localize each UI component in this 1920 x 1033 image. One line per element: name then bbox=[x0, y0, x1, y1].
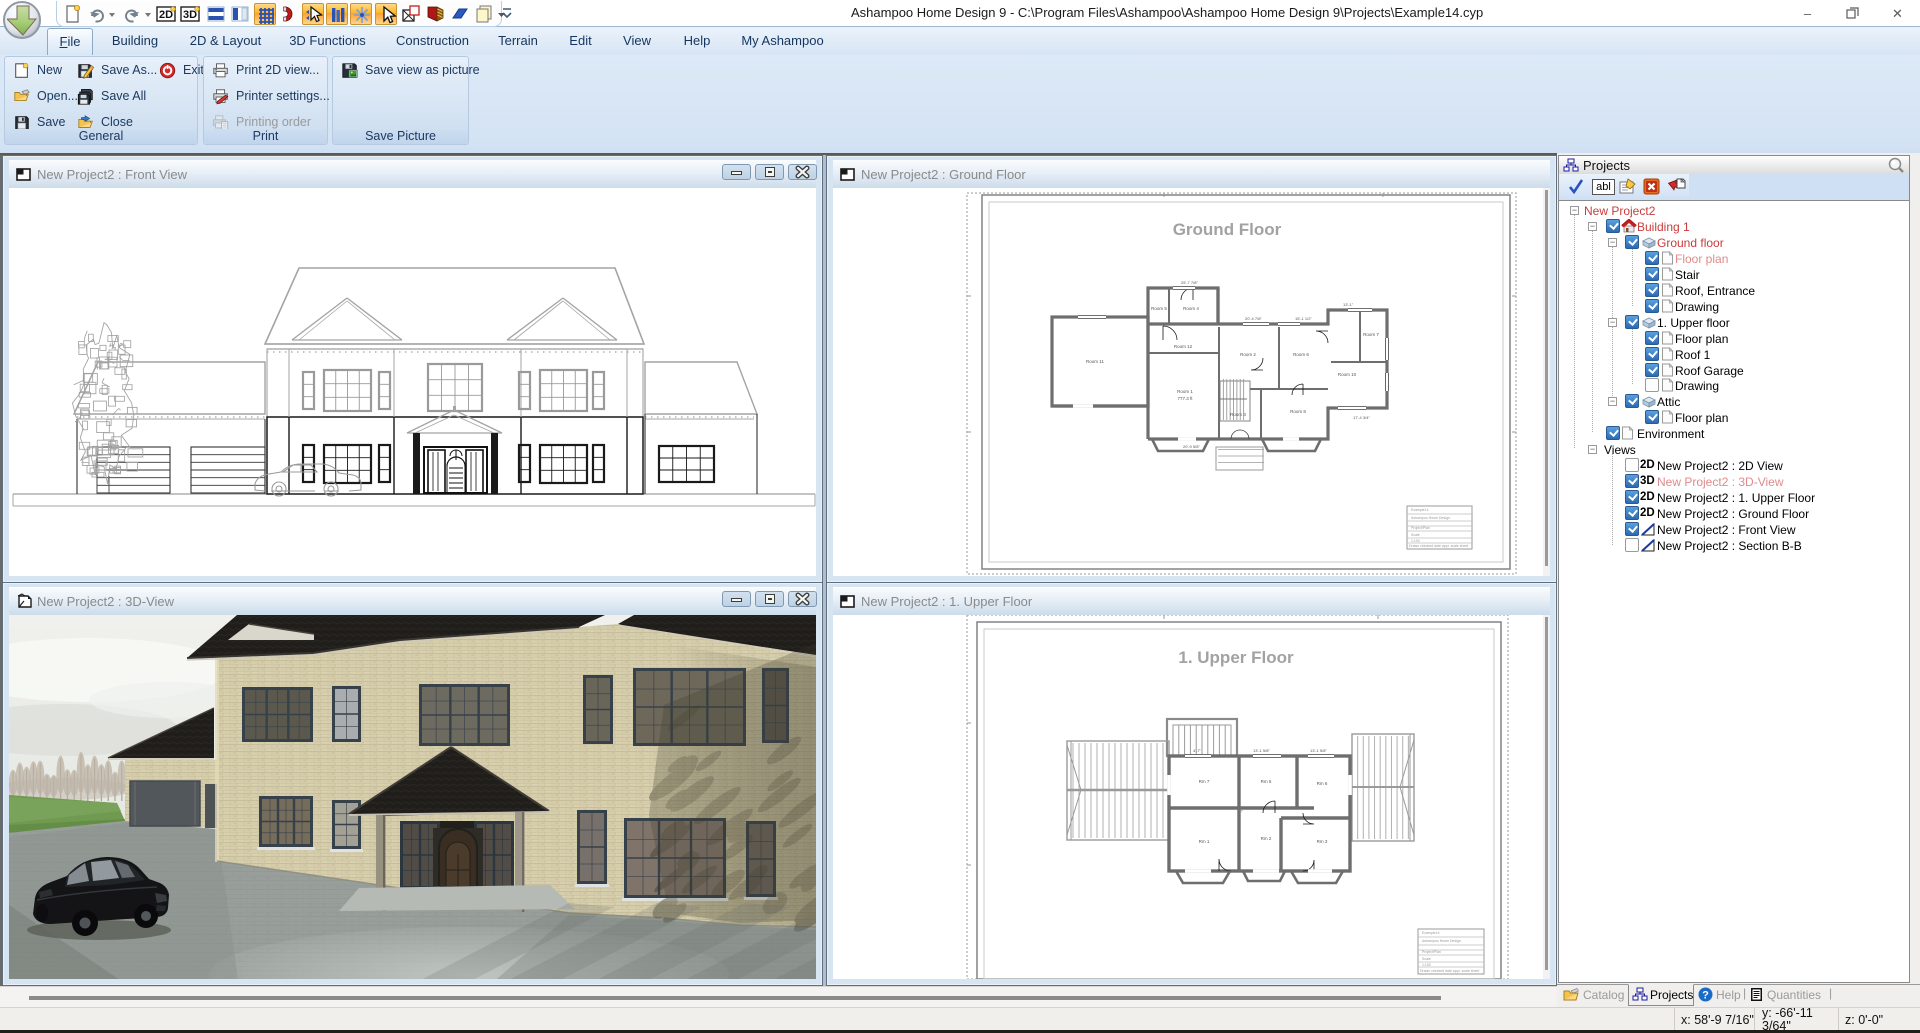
svg-text:Ground Floor: Ground Floor bbox=[1173, 220, 1282, 239]
svg-text:3D: 3D bbox=[183, 9, 197, 21]
svg-text:17'-4 3/4": 17'-4 3/4" bbox=[1353, 415, 1370, 420]
svg-text:777.3 ft: 777.3 ft bbox=[1177, 396, 1193, 401]
svg-text:Scale: Scale bbox=[1422, 957, 1431, 961]
svg-text:Room 7: Room 7 bbox=[1363, 332, 1379, 337]
svg-text:Room 3: Room 3 bbox=[1230, 412, 1246, 417]
svg-text:15'-1 1/2": 15'-1 1/2" bbox=[1295, 316, 1312, 321]
svg-text:1:100: 1:100 bbox=[1411, 539, 1420, 543]
svg-text:Rm 7: Rm 7 bbox=[1199, 779, 1210, 784]
svg-text:Room 5: Room 5 bbox=[1151, 306, 1167, 311]
svg-text:Room 12: Room 12 bbox=[1174, 344, 1193, 349]
svg-text:Rm 1: Rm 1 bbox=[1199, 839, 1210, 844]
svg-text:20'-9 5/8": 20'-9 5/8" bbox=[1183, 444, 1200, 449]
svg-text:Ashampoo Home Design: Ashampoo Home Design bbox=[1422, 939, 1461, 943]
svg-text:Project/Plan: Project/Plan bbox=[1411, 526, 1430, 530]
svg-text:Rm 3: Rm 3 bbox=[1317, 839, 1328, 844]
svg-text:Rm 2: Rm 2 bbox=[1261, 836, 1272, 841]
svg-text:Drawn checked date appr. scale: Drawn checked date appr. scale sheet bbox=[1409, 544, 1468, 548]
svg-text:1:100: 1:100 bbox=[1422, 963, 1431, 967]
svg-text:Room 6: Room 6 bbox=[1293, 352, 1309, 357]
svg-text:Project/Plan: Project/Plan bbox=[1422, 950, 1441, 954]
svg-text:Drawn checked date appr. scale: Drawn checked date appr. scale sheet bbox=[1420, 969, 1479, 973]
svg-text:13'-1 5/8": 13'-1 5/8" bbox=[1310, 748, 1327, 753]
svg-text:13'-1": 13'-1" bbox=[1343, 302, 1354, 307]
svg-text:Example14: Example14 bbox=[1411, 508, 1429, 512]
svg-text:Room 8: Room 8 bbox=[1290, 409, 1306, 414]
svg-text:Room 11: Room 11 bbox=[1086, 359, 1104, 364]
svg-text:1. Upper Floor: 1. Upper Floor bbox=[1178, 648, 1294, 667]
svg-text:13'-1 5/8": 13'-1 5/8" bbox=[1253, 748, 1270, 753]
svg-text:25'-7 7/8": 25'-7 7/8" bbox=[1181, 280, 1198, 285]
svg-text:Room 10: Room 10 bbox=[1338, 372, 1357, 377]
svg-text:Room 4: Room 4 bbox=[1183, 306, 1199, 311]
svg-text:20'-4 7/8": 20'-4 7/8" bbox=[1245, 316, 1262, 321]
svg-text:Rm 6: Rm 6 bbox=[1317, 781, 1328, 786]
svg-text:?: ? bbox=[1702, 990, 1709, 1002]
svg-text:4'-7": 4'-7" bbox=[1193, 748, 1202, 753]
svg-text:2D: 2D bbox=[159, 9, 173, 21]
svg-text:Rm 5: Rm 5 bbox=[1261, 779, 1272, 784]
svg-text:Room 1: Room 1 bbox=[1177, 389, 1193, 394]
svg-text:Example14: Example14 bbox=[1422, 931, 1440, 935]
svg-text:Ashampoo Home Design: Ashampoo Home Design bbox=[1411, 516, 1450, 520]
svg-text:+: + bbox=[1239, 808, 1243, 815]
svg-text:Room 2: Room 2 bbox=[1240, 352, 1256, 357]
svg-text:Scale: Scale bbox=[1411, 533, 1420, 537]
